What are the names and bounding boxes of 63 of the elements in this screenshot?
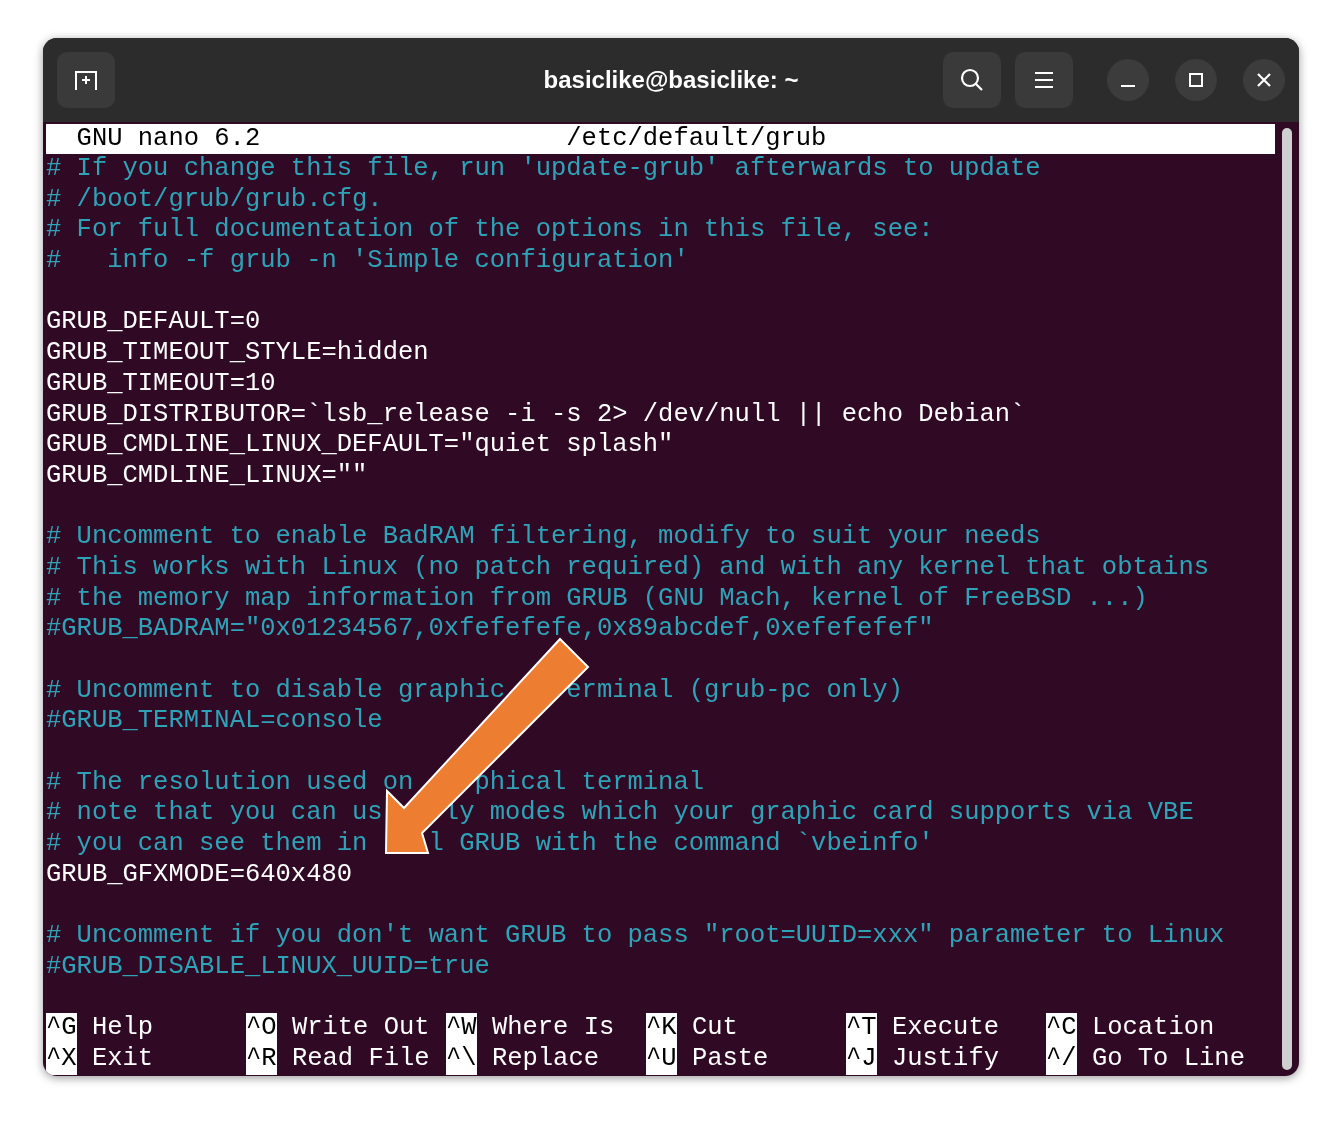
comment-line: # Uncomment if you don't want GRUB to pass "root=UUID=xxx" parameter to Linux [46, 921, 1225, 952]
shortcut-label: Paste [691, 1043, 769, 1075]
config-line: GRUB_CMDLINE_LINUX="" [46, 460, 368, 492]
comment-line: #GRUB_BADRAM="0x01234567,0xfefefefe,0x89abcdef,0xefefefef" [46, 614, 934, 645]
maximize-icon [1188, 72, 1204, 88]
comment-line: # This works with Linux (no patch required) and with any kernel that obtains [46, 552, 1209, 584]
menu-icon [1034, 71, 1054, 89]
close-icon [1256, 72, 1272, 88]
shortcut-label: Replace [491, 1043, 600, 1075]
file-name: /etc/default/grub [566, 124, 827, 154]
shortcut-label: Cut [691, 1013, 738, 1044]
shortcut-key: ^K [646, 1013, 677, 1044]
comment-line: # If you change this file, run 'update-grub' afterwards to update [46, 154, 1041, 185]
config-line: GRUB_DEFAULT=0 [46, 307, 261, 339]
shortcut-label: Write Out [291, 1013, 430, 1044]
comment-line: erminal (grub-pc only) [566, 675, 903, 707]
config-line: GRUB_TIMEOUT_STYLE=hidden [46, 338, 429, 369]
close-button[interactable] [1243, 59, 1285, 101]
comment-line: # note that you can us [46, 798, 383, 830]
shortcut-key: ^R [246, 1043, 277, 1075]
minimize-icon [1121, 85, 1135, 87]
comment-line: #GRUB_DISABLE_LINUX_UUID=true [46, 951, 490, 983]
comment-line: # you can see them in [46, 829, 368, 860]
comment-line: # The resolution used on [46, 767, 414, 799]
shortcut-key: ^T [846, 1013, 877, 1044]
shortcut-key: ^G [46, 1013, 77, 1044]
shortcut-label: Where Is [491, 1013, 615, 1044]
config-line: GRUB_GFXMODE=640x480 [46, 859, 353, 891]
config-line: GRUB_DISTRIBUTOR=`lsb_release -i -s 2> /dev/null || echo Debian` [46, 399, 1026, 431]
comment-line: # Uncomment to enable BadRAM filtering, modify to suit your needs [46, 522, 1041, 553]
new-tab-icon [73, 68, 99, 92]
shortcut-label: Execute [891, 1013, 1000, 1044]
window-title: basiclike@basiclike: ~ [543, 65, 799, 95]
search-icon [959, 67, 985, 93]
comment-line: # info -f grub -n 'Simple configuration' [46, 246, 689, 277]
nano-version: GNU nano 6.2 [76, 124, 261, 154]
shortcut-label: Help [91, 1013, 154, 1044]
shortcut-label: Location [1091, 1013, 1215, 1044]
comment-line: phical terminal [474, 767, 704, 799]
maximize-button[interactable] [1175, 59, 1217, 101]
shortcut-key: ^/ [1046, 1043, 1077, 1075]
shortcut-key: ^J [846, 1043, 877, 1075]
comment-line: l GRUB with the command `vbeinfo' [428, 829, 934, 860]
comment-line: # Uncomment to disable graphic [46, 675, 506, 707]
config-line: GRUB_CMDLINE_LINUX_DEFAULT="quiet splash" [46, 430, 674, 461]
shortcut-label: Read File [291, 1043, 430, 1075]
shortcut-key: ^X [46, 1043, 77, 1075]
shortcut-key: ^U [646, 1043, 677, 1075]
config-line: GRUB_TIMEOUT=10 [46, 368, 276, 400]
search-button[interactable] [943, 52, 1001, 108]
shortcut-key: ^O [246, 1013, 277, 1044]
comment-line: # /boot/grub/grub.cfg. [46, 184, 383, 216]
new-tab-button[interactable] [57, 52, 115, 108]
shortcut-key: ^W [446, 1013, 477, 1044]
comment-line: # For full documentation of the options in this file, see: [46, 215, 934, 247]
comment-line: #GRUB_TERMINAL=console [46, 706, 383, 738]
menu-button[interactable] [1015, 52, 1073, 108]
shortcut-label: Exit [91, 1043, 154, 1075]
shortcut-label: Go To Line [1091, 1043, 1245, 1075]
shortcut-label: Justify [891, 1043, 1000, 1075]
shortcut-key: ^C [1046, 1013, 1077, 1044]
shortcut-key: ^\ [446, 1043, 477, 1075]
comment-line: # the memory map information from GRUB (GNU Mach, kernel of FreeBSD ...) [46, 583, 1148, 615]
